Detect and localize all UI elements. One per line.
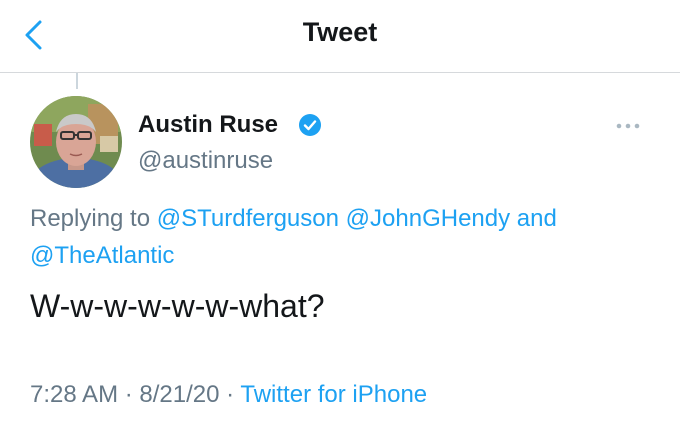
thread-connector-line <box>76 73 78 89</box>
mentions-joiner[interactable]: and <box>517 205 557 232</box>
mention-link[interactable]: @STurdferguson <box>157 205 339 232</box>
more-options-button[interactable] <box>608 112 648 140</box>
mention-link[interactable]: @JohnGHendy <box>346 205 510 232</box>
replying-to-line: Replying to @STurdferguson @JohnGHendy a… <box>30 200 650 274</box>
page-title: Tweet <box>302 17 378 47</box>
meta-separator: · <box>124 381 133 408</box>
avatar-photo <box>30 96 122 188</box>
tweet-date: 8/21/20 <box>139 381 220 408</box>
tweet-meta: 7:28 AM · 8/21/20 · Twitter for iPhone <box>30 381 427 409</box>
meta-separator: · <box>226 381 235 408</box>
tweet-text: W-w-w-w-w-w-what? <box>30 288 325 324</box>
replying-prefix: Replying to <box>30 205 151 232</box>
tweet-time: 7:28 AM <box>30 381 119 408</box>
author-handle[interactable]: @austinruse <box>138 147 273 175</box>
author-name[interactable]: Austin Ruse <box>138 111 278 139</box>
tweet-source-link[interactable]: Twitter for iPhone <box>240 381 427 408</box>
nav-header: Tweet <box>0 0 680 73</box>
verified-badge-icon <box>298 113 322 137</box>
avatar[interactable] <box>30 96 122 188</box>
ellipsis-icon <box>616 123 640 129</box>
mention-link[interactable]: @TheAtlantic <box>30 242 174 269</box>
